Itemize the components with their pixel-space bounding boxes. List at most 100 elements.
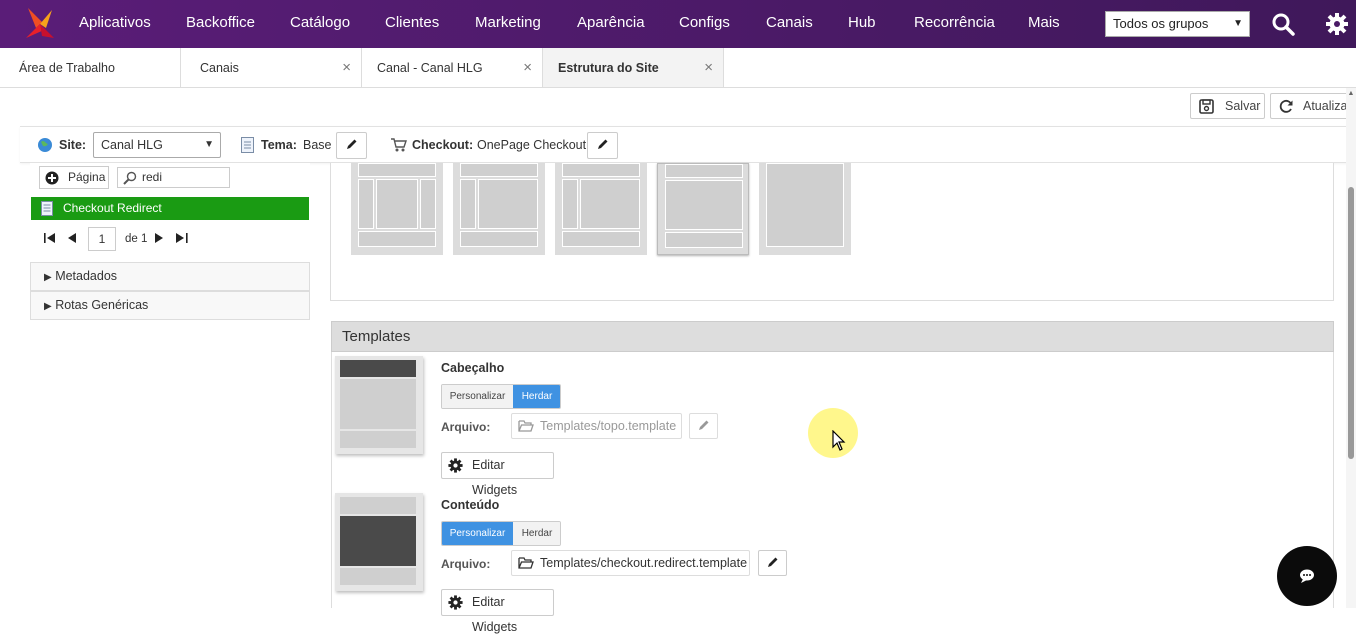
template-thumbnail-cabecalho: [335, 356, 423, 454]
chevron-down-icon: ▼: [204, 139, 214, 150]
tab-label: Canais: [200, 61, 239, 75]
tema-value: Base: [303, 138, 332, 152]
checkout-label: Checkout:: [412, 138, 474, 152]
save-button[interactable]: Salvar: [1190, 93, 1265, 119]
next-page-icon[interactable]: [155, 233, 164, 243]
scroll-up-icon[interactable]: ▲: [1346, 90, 1356, 97]
layout-option-1[interactable]: [351, 163, 443, 255]
refresh-button[interactable]: Atualizar: [1270, 93, 1356, 119]
tema-label: Tema:: [261, 138, 297, 152]
tab-area-de-trabalho[interactable]: Área de Trabalho: [0, 48, 181, 87]
layout-option-5[interactable]: [759, 163, 851, 255]
edit-widgets-label: Editar Widgets: [472, 595, 518, 634]
page-icon: [41, 201, 53, 216]
save-label: Salvar: [1225, 99, 1261, 113]
layout-option-3[interactable]: [555, 163, 647, 255]
checkout-value: OnePage Checkout: [477, 138, 587, 152]
refresh-label: Atualizar: [1303, 99, 1352, 113]
inherit-button[interactable]: Herdar: [513, 385, 560, 408]
close-icon[interactable]: ×: [523, 48, 532, 88]
mode-toggle-cabecalho: Personalizar Herdar: [441, 384, 561, 409]
section-label: Metadados: [55, 269, 118, 283]
previous-page-icon[interactable]: [68, 233, 77, 243]
file-path-field-cabecalho[interactable]: Templates/topo.template: [511, 413, 682, 439]
page-tree-panel: Página redi Checkout Redirect 1 de 1 ▶ M…: [30, 163, 310, 608]
section-metadados[interactable]: ▶ Metadados: [30, 262, 310, 291]
section-rotas-genericas[interactable]: ▶ Rotas Genéricas: [30, 291, 310, 320]
scroll-thumb[interactable]: [1348, 187, 1354, 459]
file-path-field-conteudo[interactable]: Templates/checkout.redirect.template: [511, 550, 750, 576]
gear-icon: [448, 458, 463, 473]
search-icon[interactable]: [1271, 12, 1295, 36]
folder-open-icon: [518, 420, 534, 432]
file-path-value: Templates/checkout.redirect.template: [540, 556, 748, 570]
site-select[interactable]: Canal HLG ▼: [93, 132, 221, 158]
nav-marketing[interactable]: Marketing: [475, 0, 541, 48]
gear-icon: [448, 595, 463, 610]
globe-icon: [38, 138, 52, 152]
nav-aplicativos[interactable]: Aplicativos: [79, 0, 151, 48]
group-select-value: Todos os grupos: [1113, 16, 1209, 31]
nav-canais[interactable]: Canais: [766, 0, 813, 48]
gear-icon[interactable]: [1325, 12, 1349, 36]
add-page-button[interactable]: Página: [39, 166, 109, 189]
first-page-icon[interactable]: [44, 233, 56, 243]
close-icon[interactable]: ×: [342, 48, 351, 88]
close-icon[interactable]: ×: [704, 48, 713, 88]
layout-selector-panel: [330, 163, 1334, 301]
personalize-button[interactable]: Personalizar: [442, 522, 513, 545]
nav-configs[interactable]: Configs: [679, 0, 730, 48]
site-label: Site:: [59, 138, 87, 152]
template-thumbnail-conteudo: [335, 493, 423, 591]
page-scrollbar[interactable]: ▲: [1346, 88, 1356, 608]
list-item-checkout-redirect[interactable]: Checkout Redirect: [31, 197, 309, 220]
section-label: Rotas Genéricas: [55, 298, 149, 312]
edit-file-button-conteudo[interactable]: [758, 550, 787, 576]
nav-recorrencia[interactable]: Recorrência: [914, 0, 995, 48]
edit-widgets-button-cabecalho[interactable]: Editar Widgets: [441, 452, 554, 497]
chat-bubble-icon: [1300, 569, 1314, 583]
site-select-value: Canal HLG: [101, 138, 163, 152]
pencil-icon: [698, 420, 708, 430]
nav-backoffice[interactable]: Backoffice: [186, 0, 255, 48]
templates-section-header: Templates: [331, 321, 1334, 352]
search-icon: [123, 171, 137, 185]
chat-button[interactable]: [1277, 546, 1337, 606]
page-number-input[interactable]: 1: [88, 227, 116, 251]
template-title-conteudo: Conteúdo: [441, 498, 500, 512]
tab-estrutura-do-site[interactable]: Estrutura do Site ×: [543, 48, 724, 87]
nav-mais[interactable]: Mais: [1028, 0, 1060, 48]
personalize-button[interactable]: Personalizar: [442, 385, 513, 408]
layout-option-2[interactable]: [453, 163, 545, 255]
pencil-icon: [767, 557, 777, 567]
tab-bar: Área de Trabalho Canais × Canal - Canal …: [0, 48, 1356, 88]
last-page-icon[interactable]: [176, 233, 188, 243]
pencil-icon: [346, 139, 356, 149]
pencil-icon: [597, 139, 607, 149]
search-value: redi: [142, 170, 163, 184]
page-search-input[interactable]: redi: [117, 167, 230, 188]
add-page-label: Página: [68, 170, 106, 184]
add-circle-icon: [45, 171, 59, 185]
tab-canal-hlg[interactable]: Canal - Canal HLG ×: [362, 48, 543, 87]
tab-label: Área de Trabalho: [19, 61, 115, 75]
template-title-cabecalho: Cabeçalho: [441, 361, 505, 375]
layout-option-4-selected[interactable]: [657, 163, 749, 255]
inherit-button[interactable]: Herdar: [513, 522, 560, 545]
logo-icon[interactable]: [22, 6, 58, 42]
nav-hub[interactable]: Hub: [848, 0, 876, 48]
nav-aparencia[interactable]: Aparência: [577, 0, 645, 48]
page-count: de 1: [125, 233, 148, 245]
document-icon: [241, 137, 254, 153]
edit-widgets-label: Editar Widgets: [472, 458, 518, 497]
nav-catalogo[interactable]: Catálogo: [290, 0, 350, 48]
group-select[interactable]: Todos os grupos ▼: [1105, 11, 1250, 37]
edit-widgets-button-conteudo[interactable]: Editar Widgets: [441, 589, 554, 634]
site-bar: Site: Canal HLG ▼ Tema: Base Checkout: O…: [20, 126, 1356, 163]
edit-file-button-cabecalho[interactable]: [689, 413, 718, 439]
nav-clientes[interactable]: Clientes: [385, 0, 439, 48]
page-search-area: Página redi: [30, 163, 310, 193]
tab-canais[interactable]: Canais ×: [181, 48, 362, 87]
edit-checkout-button[interactable]: [587, 132, 618, 159]
edit-tema-button[interactable]: [336, 132, 367, 159]
